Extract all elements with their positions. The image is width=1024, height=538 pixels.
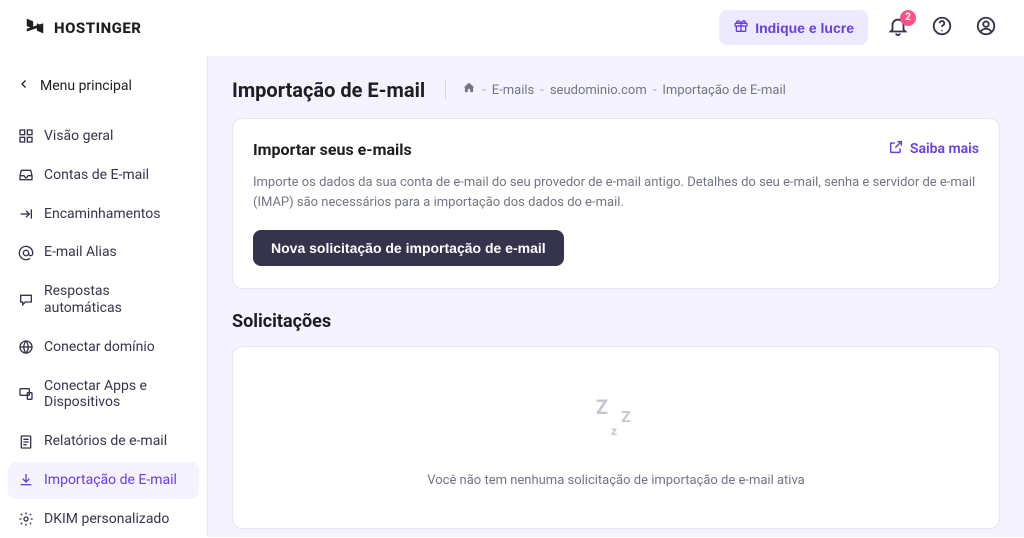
refer-and-earn-button[interactable]: Indique e lucre [719, 10, 868, 45]
refer-label: Indique e lucre [755, 20, 854, 36]
empty-state-text: Você não tem nenhuma solicitação de impo… [427, 473, 805, 488]
forward-icon [18, 206, 34, 222]
notifications-button[interactable]: 2 [884, 14, 912, 42]
sidebar-item-label: Conectar domínio [44, 339, 155, 356]
sidebar-item-label: DKIM personalizado [44, 511, 169, 528]
main-content: Importação de E-mail - E-mails - seudomi… [208, 56, 1024, 537]
brand-logo[interactable]: HOSTINGER [24, 15, 141, 41]
sidebar-item-connect-apps[interactable]: Conectar Apps e Dispositivos [8, 368, 199, 422]
gear-icon [18, 511, 34, 527]
inbox-icon [18, 167, 34, 183]
breadcrumb-seg-current: Importação de E-mail [662, 83, 785, 98]
page-title: Importação de E-mail [232, 78, 425, 102]
requests-section-title: Solicitações [232, 311, 1000, 332]
sidebar-item-label: Contas de E-mail [44, 167, 149, 184]
sidebar-back-label: Menu principal [40, 78, 132, 94]
page-header: Importação de E-mail - E-mails - seudomi… [232, 78, 1000, 102]
sidebar-item-label: Visão geral [44, 128, 113, 145]
breadcrumb-sep: - [653, 83, 657, 98]
new-import-request-button[interactable]: Nova solicitação de importação de e-mail [253, 230, 564, 266]
breadcrumb-seg-domain[interactable]: seudominio.com [550, 83, 647, 98]
sidebar-item-forwarders[interactable]: Encaminhamentos [8, 196, 199, 233]
sidebar-item-email-import[interactable]: Importação de E-mail [8, 462, 199, 499]
globe-icon [18, 339, 34, 355]
learn-more-link[interactable]: Saiba mais [888, 139, 979, 159]
learn-more-label: Saiba mais [910, 141, 979, 157]
breadcrumb-seg-emails[interactable]: E-mails [492, 83, 535, 98]
breadcrumb: - E-mails - seudominio.com - Importação … [445, 81, 786, 99]
devices-icon [18, 386, 34, 402]
chat-icon [18, 292, 34, 308]
help-icon [931, 15, 953, 41]
notification-badge: 2 [900, 10, 916, 26]
import-emails-card: Importar seus e-mails Saiba mais Importe… [232, 118, 1000, 289]
report-icon [18, 434, 34, 450]
breadcrumb-sep: - [482, 83, 486, 98]
user-icon [975, 15, 997, 41]
logo-mark-icon [24, 15, 46, 41]
sidebar-item-dkim[interactable]: DKIM personalizado [8, 501, 199, 538]
sidebar-item-email-alias[interactable]: E-mail Alias [8, 234, 199, 271]
at-icon [18, 245, 34, 261]
sidebar: Menu principal Visão geral Contas de E-m… [0, 56, 208, 537]
sleep-icon: Z Z z [610, 397, 622, 445]
sidebar-item-connect-domain[interactable]: Conectar domínio [8, 329, 199, 366]
sidebar-item-label: Respostas automáticas [44, 283, 189, 317]
sidebar-item-label: E-mail Alias [44, 244, 117, 261]
sidebar-item-email-reports[interactable]: Relatórios de e-mail [8, 423, 199, 460]
external-link-icon [888, 139, 904, 159]
sidebar-item-email-accounts[interactable]: Contas de E-mail [8, 157, 199, 194]
card-description: Importe os dados da sua conta de e-mail … [253, 173, 979, 212]
home-icon[interactable] [462, 81, 476, 99]
header-actions: Indique e lucre 2 [719, 10, 1000, 45]
breadcrumb-sep: - [540, 83, 544, 98]
sidebar-item-auto-reply[interactable]: Respostas automáticas [8, 273, 199, 327]
sidebar-item-label: Relatórios de e-mail [44, 433, 167, 450]
sidebar-item-label: Encaminhamentos [44, 206, 160, 223]
help-button[interactable] [928, 14, 956, 42]
grid-icon [18, 128, 34, 144]
download-icon [18, 472, 34, 488]
sidebar-item-label: Importação de E-mail [44, 472, 177, 489]
chevron-left-icon [18, 78, 30, 94]
card-title: Importar seus e-mails [253, 140, 412, 159]
app-header: HOSTINGER Indique e lucre [0, 0, 1024, 56]
sidebar-item-overview[interactable]: Visão geral [8, 118, 199, 155]
gift-icon [733, 18, 749, 37]
requests-empty-state: Z Z z Você não tem nenhuma solicitação d… [232, 346, 1000, 529]
account-button[interactable] [972, 14, 1000, 42]
sidebar-back[interactable]: Menu principal [8, 68, 199, 104]
sidebar-item-label: Conectar Apps e Dispositivos [44, 378, 189, 412]
brand-name: HOSTINGER [54, 19, 141, 37]
